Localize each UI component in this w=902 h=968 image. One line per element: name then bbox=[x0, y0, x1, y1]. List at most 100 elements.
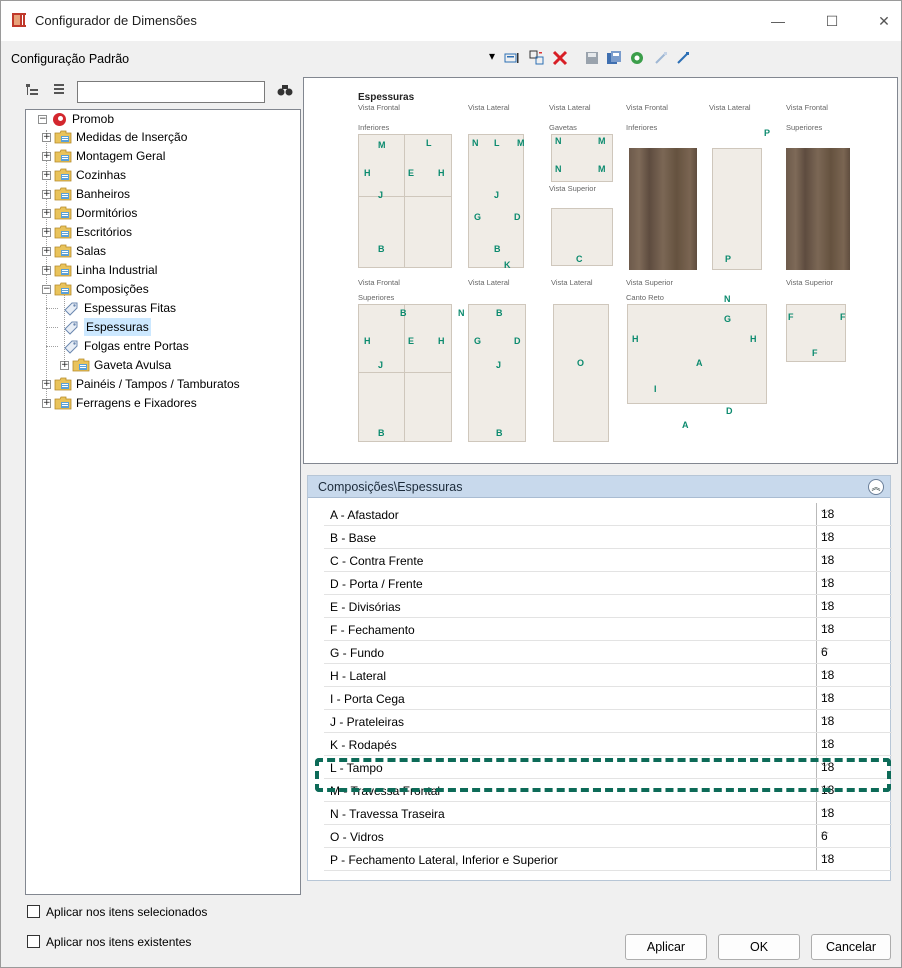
expand-toggle[interactable]: + bbox=[60, 361, 69, 370]
apply-existing-checkbox[interactable] bbox=[27, 935, 40, 948]
maximize-button[interactable]: ☐ bbox=[817, 9, 847, 33]
expand-toggle[interactable]: + bbox=[42, 190, 51, 199]
tree-pane: − Promob + Medidas de Inserção + Montagem G… bbox=[11, 73, 301, 895]
chevron-down-icon[interactable]: ⌵ bbox=[821, 575, 894, 586]
tree-node[interactable]: + Dormitórios bbox=[42, 204, 282, 222]
tree-node[interactable]: Folgas entre Portas bbox=[46, 337, 300, 355]
chevron-down-icon[interactable]: ⌵ bbox=[821, 552, 894, 563]
property-value-dropdown[interactable]: 18 ⌵ bbox=[816, 595, 900, 617]
property-value-dropdown[interactable]: 18 ⌵ bbox=[816, 503, 900, 525]
property-value-dropdown[interactable]: 18 ⌵ bbox=[816, 526, 900, 548]
property-row[interactable]: H - Lateral 18 ⌵ bbox=[324, 664, 892, 687]
tree-node[interactable]: + Escritórios bbox=[42, 223, 282, 241]
expand-toggle[interactable]: + bbox=[42, 266, 51, 275]
property-row[interactable]: C - Contra Frente 18 ⌵ bbox=[324, 549, 892, 572]
tree-node[interactable]: Espessuras Fitas bbox=[46, 299, 300, 317]
export-icon[interactable] bbox=[675, 50, 691, 66]
tree-node[interactable]: + Montagem Geral bbox=[42, 147, 282, 165]
property-value-dropdown[interactable]: 18 ⌵ bbox=[816, 710, 900, 732]
chevron-down-icon[interactable]: ⌵ bbox=[821, 529, 894, 540]
expand-toggle[interactable]: + bbox=[42, 399, 51, 408]
collapse-toggle[interactable]: − bbox=[38, 115, 47, 124]
chevron-down-icon[interactable]: ⌵ bbox=[821, 598, 894, 609]
chevron-down-icon[interactable]: ⌵ bbox=[821, 621, 894, 632]
tree-node[interactable]: + Medidas de Inserção bbox=[42, 128, 282, 146]
chevron-down-icon[interactable]: ⌵ bbox=[821, 644, 894, 655]
property-value-dropdown[interactable]: 18 ⌵ bbox=[816, 664, 900, 686]
property-row[interactable]: E - Divisórias 18 ⌵ bbox=[324, 595, 892, 618]
settings-icon[interactable] bbox=[629, 50, 645, 66]
property-value-dropdown[interactable]: 18 ⌵ bbox=[816, 572, 900, 594]
expand-toggle[interactable]: − bbox=[42, 285, 51, 294]
save-as-icon[interactable] bbox=[606, 50, 622, 66]
apply-selected-checkbox[interactable] bbox=[27, 905, 40, 918]
property-value-dropdown[interactable]: 18 ⌵ bbox=[816, 848, 900, 870]
property-value-dropdown[interactable]: 18 ⌵ bbox=[816, 687, 900, 709]
close-button[interactable]: ✕ bbox=[869, 9, 899, 33]
property-value-dropdown[interactable]: 6 ⌵ bbox=[816, 641, 900, 663]
property-row[interactable]: K - Rodapés 18 ⌵ bbox=[324, 733, 892, 756]
property-row[interactable]: A - Afastador 18 ⌵ bbox=[324, 503, 892, 526]
collapse-tree-icon[interactable] bbox=[53, 83, 65, 97]
apply-button[interactable]: Aplicar bbox=[625, 934, 707, 960]
expand-toggle[interactable]: + bbox=[42, 171, 51, 180]
tree-node-promob[interactable]: − Promob bbox=[32, 110, 292, 128]
configuration-dropdown-arrow[interactable]: ▾ bbox=[489, 49, 495, 63]
chevron-down-icon[interactable]: ⌵ bbox=[821, 736, 894, 747]
minimize-button[interactable]: — bbox=[763, 9, 793, 33]
property-value-dropdown[interactable]: 18 ⌵ bbox=[816, 618, 900, 640]
chevron-down-icon[interactable]: ⌵ bbox=[821, 805, 894, 816]
property-row[interactable]: J - Prateleiras 18 ⌵ bbox=[324, 710, 892, 733]
tree-node[interactable]: + Cozinhas bbox=[42, 166, 282, 184]
property-row[interactable]: P - Fechamento Lateral, Inferior e Super… bbox=[324, 848, 892, 871]
import-icon[interactable] bbox=[653, 50, 669, 66]
tree-line bbox=[46, 308, 58, 309]
property-row[interactable]: G - Fundo 6 ⌵ bbox=[324, 641, 892, 664]
chevron-down-icon[interactable]: ⌵ bbox=[821, 690, 894, 701]
property-name: O - Vidros bbox=[330, 830, 384, 844]
chevron-down-icon[interactable]: ⌵ bbox=[821, 828, 894, 839]
cancel-button[interactable]: Cancelar bbox=[811, 934, 891, 960]
expand-toggle[interactable]: + bbox=[42, 247, 51, 256]
property-row[interactable]: I - Porta Cega 18 ⌵ bbox=[324, 687, 892, 710]
tree-node[interactable]: + Salas bbox=[42, 242, 282, 260]
chevron-down-icon[interactable]: ⌵ bbox=[821, 667, 894, 678]
chevron-down-icon[interactable]: ⌵ bbox=[821, 851, 894, 862]
tree-node[interactable]: + Ferragens e Fixadores bbox=[42, 394, 282, 412]
chevron-down-icon[interactable]: ⌵ bbox=[821, 713, 894, 724]
tree-view[interactable]: − Promob + Medidas de Inserção + Montagem G… bbox=[25, 109, 301, 895]
tree-node[interactable]: + Gaveta Avulsa bbox=[60, 356, 300, 374]
tree-node[interactable]: + Banheiros bbox=[42, 185, 282, 203]
property-value-dropdown[interactable]: 18 ⌵ bbox=[816, 733, 900, 755]
expand-toggle[interactable]: + bbox=[42, 152, 51, 161]
collapse-category-icon[interactable]: ︽ bbox=[868, 479, 884, 495]
chevron-down-icon[interactable]: ⌵ bbox=[821, 506, 894, 517]
dimension-configurator-window: Configurador de Dimensões — ☐ ✕ Configur… bbox=[0, 0, 902, 968]
property-row[interactable]: D - Porta / Frente 18 ⌵ bbox=[324, 572, 892, 595]
property-row[interactable]: F - Fechamento 18 ⌵ bbox=[324, 618, 892, 641]
tree-search-input[interactable] bbox=[77, 81, 265, 103]
tree-node[interactable]: + Painéis / Tampos / Tamburatos bbox=[42, 375, 282, 393]
property-row[interactable]: B - Base 18 ⌵ bbox=[324, 526, 892, 549]
edit-config-icon[interactable] bbox=[504, 50, 520, 66]
property-row[interactable]: N - Travessa Traseira 18 ⌵ bbox=[324, 802, 892, 825]
tree-node[interactable]: + Linha Industrial bbox=[42, 261, 282, 279]
tree-node[interactable]: Espessuras bbox=[46, 318, 300, 336]
save-icon[interactable] bbox=[584, 50, 600, 66]
property-row[interactable]: O - Vidros 6 ⌵ bbox=[324, 825, 892, 848]
property-value-dropdown[interactable]: 18 ⌵ bbox=[816, 549, 900, 571]
tree-node-label: Montagem Geral bbox=[76, 149, 166, 163]
expand-toggle[interactable]: + bbox=[42, 209, 51, 218]
delete-icon[interactable] bbox=[552, 50, 568, 66]
property-value-dropdown[interactable]: 6 ⌵ bbox=[816, 825, 900, 847]
expand-tree-icon[interactable] bbox=[25, 83, 39, 97]
copy-config-icon[interactable] bbox=[529, 50, 545, 66]
property-category-header[interactable]: Composições\Espessuras ︽ bbox=[308, 476, 890, 498]
find-icon[interactable] bbox=[277, 83, 293, 97]
expand-toggle[interactable]: + bbox=[42, 380, 51, 389]
property-value-dropdown[interactable]: 18 ⌵ bbox=[816, 802, 900, 824]
expand-toggle[interactable]: + bbox=[42, 133, 51, 142]
ok-button[interactable]: OK bbox=[718, 934, 800, 960]
tree-node[interactable]: − Composições bbox=[42, 280, 282, 298]
expand-toggle[interactable]: + bbox=[42, 228, 51, 237]
